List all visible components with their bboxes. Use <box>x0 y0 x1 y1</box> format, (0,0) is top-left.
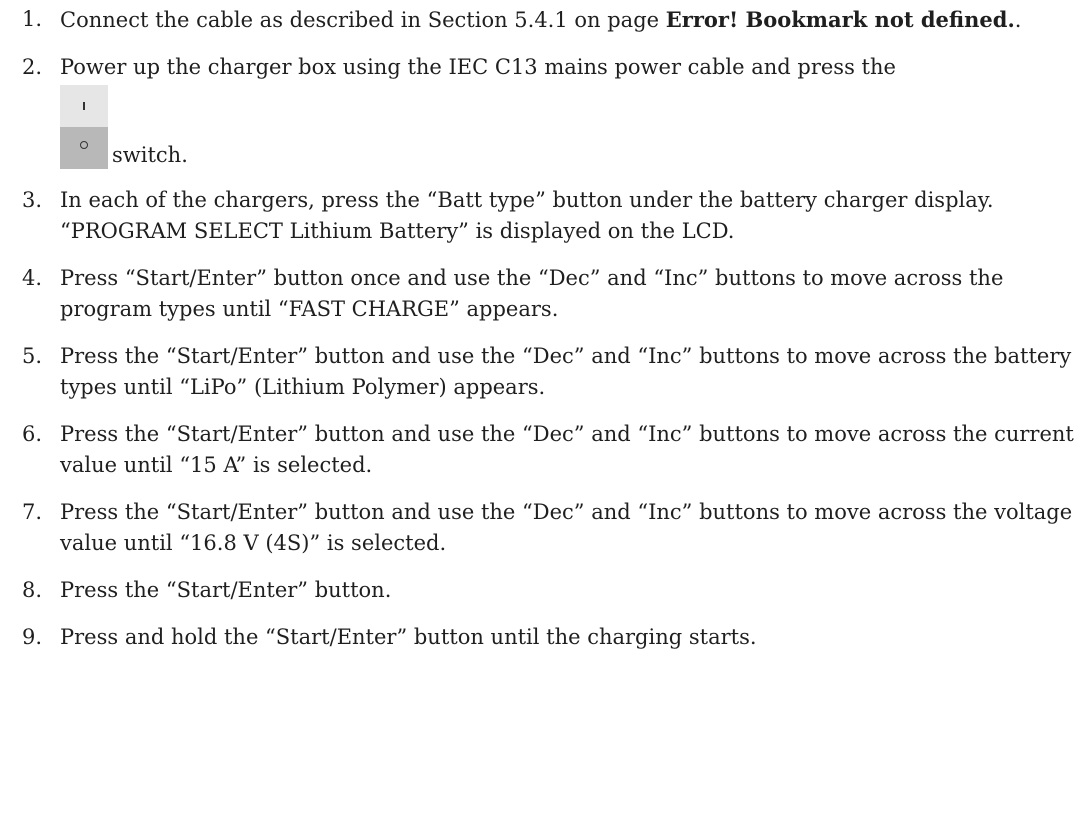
step-number: 6. <box>22 422 43 446</box>
step-5: 5. Press the “Start/Enter” button and us… <box>22 341 1077 403</box>
step-text: Connect the cable as described in Sectio… <box>60 4 1077 36</box>
step-text-part: Connect the cable as described in Sectio… <box>60 8 666 32</box>
switch-on-half <box>60 85 108 127</box>
step-text: Power up the charger box using the IEC C… <box>60 52 1077 169</box>
step-number: 3. <box>22 188 43 212</box>
instruction-list: 1. Connect the cable as described in Sec… <box>22 4 1077 669</box>
step-text-part: switch. <box>112 143 188 167</box>
step-number: 5. <box>22 344 43 368</box>
step-6: 6. Press the “Start/Enter” button and us… <box>22 419 1077 481</box>
step-2: 2. Power up the charger box using the IE… <box>22 52 1077 169</box>
step-text-part: . <box>1014 8 1022 32</box>
step-text: In each of the chargers, press the “Batt… <box>60 188 994 243</box>
power-rocker-switch-icon <box>60 85 108 169</box>
step-7: 7. Press the “Start/Enter” button and us… <box>22 497 1077 559</box>
step-text: Press the “Start/Enter” button. <box>60 578 392 602</box>
step-4: 4. Press “Start/Enter” button once and u… <box>22 263 1077 325</box>
step-9: 9. Press and hold the “Start/Enter” butt… <box>22 622 1077 653</box>
step-text: Press the “Start/Enter” button and use t… <box>60 422 1074 477</box>
step-number: 8. <box>22 578 43 602</box>
step-number: 9. <box>22 625 43 649</box>
step-text: Press the “Start/Enter” button and use t… <box>60 500 1073 555</box>
step-text: Press the “Start/Enter” button and use t… <box>60 344 1072 399</box>
step-3: 3. In each of the chargers, press the “B… <box>22 185 1077 247</box>
step-number: 7. <box>22 500 43 524</box>
step-1: 1. Connect the cable as described in Sec… <box>22 4 1077 36</box>
step-8: 8. Press the “Start/Enter” button. <box>22 575 1077 606</box>
step-text: Press and hold the “Start/Enter” button … <box>60 625 757 649</box>
step-number: 2. <box>22 55 43 79</box>
step-text-part: Power up the charger box using the IEC C… <box>60 55 896 79</box>
step-number: 4. <box>22 266 43 290</box>
bookmark-error-text: Error! Bookmark not defined. <box>665 7 1015 32</box>
switch-row: switch. <box>60 85 1077 169</box>
switch-off-half <box>60 127 108 169</box>
step-text: Press “Start/Enter” button once and use … <box>60 266 1004 321</box>
step-number: 1. <box>22 7 43 31</box>
